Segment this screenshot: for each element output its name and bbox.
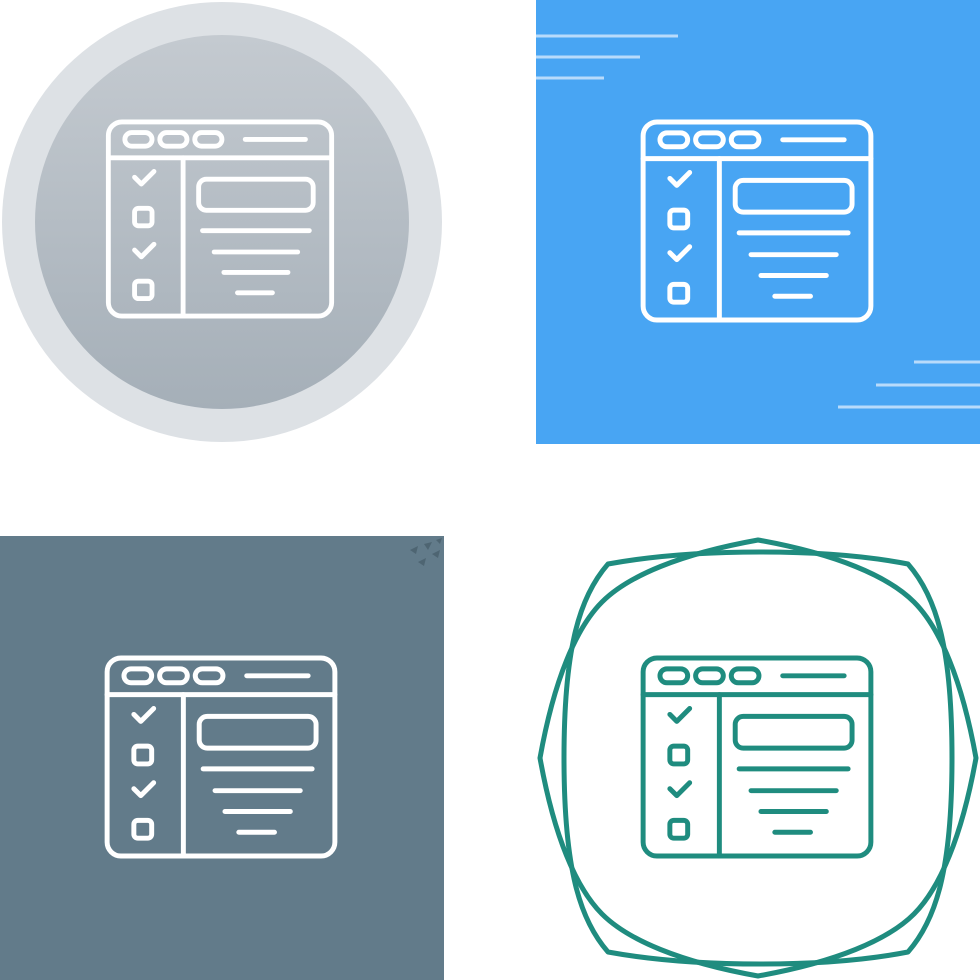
blue-background [536,0,980,444]
teal-outline-badge [536,536,980,980]
blue-square-badge [536,0,980,444]
checklist-window-icon [643,658,871,856]
gray-circle-badge [0,0,444,444]
octagon-outline [537,537,979,979]
inner-circle [35,35,409,409]
slate-square-badge [0,536,444,980]
slate-background [0,536,444,980]
